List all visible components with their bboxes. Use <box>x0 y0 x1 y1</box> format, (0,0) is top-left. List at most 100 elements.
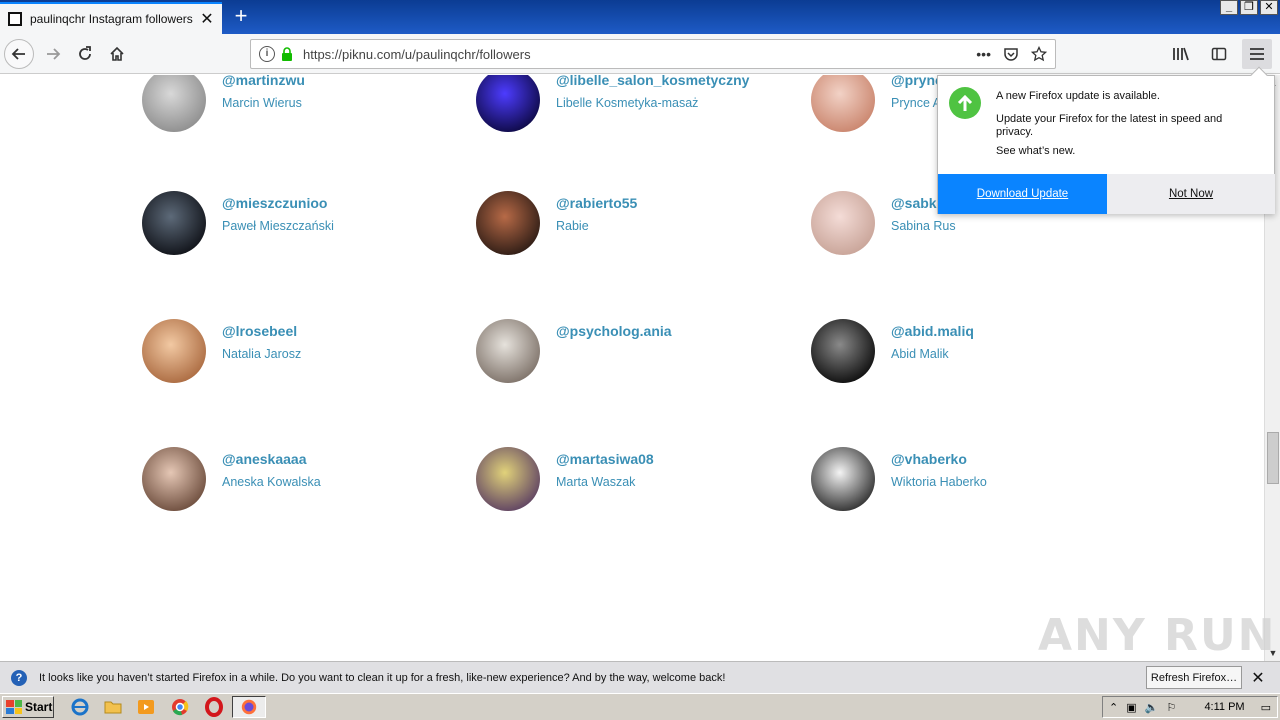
chrome-icon[interactable] <box>170 697 190 717</box>
follower-handle[interactable]: @vhaberko <box>891 451 967 467</box>
follower-handle[interactable]: @martinzwu <box>222 75 305 88</box>
folder-icon[interactable] <box>103 697 123 717</box>
follower-name[interactable]: Natalia Jarosz <box>222 347 301 361</box>
system-tray: ⌃ ▣ 🔈 ⚐ 4:11 PM ▭ <box>1102 696 1278 718</box>
popup-body: Update your Firefox for the latest in sp… <box>996 113 1223 138</box>
follower-handle[interactable]: @mieszczunioo <box>222 195 327 211</box>
tab-followers[interactable]: paulinqchr Instagram followers - Pi ✕ <box>0 2 222 34</box>
windows-logo-icon <box>6 700 22 714</box>
follower-card[interactable]: @psycholog.ania <box>476 319 806 383</box>
minimize-button[interactable]: _ <box>1220 0 1238 15</box>
restore-button[interactable]: ❐ <box>1240 0 1258 15</box>
follower-avatar[interactable] <box>811 75 875 132</box>
reload-button[interactable] <box>70 39 100 69</box>
forward-button[interactable] <box>38 39 68 69</box>
show-desktop-icon[interactable]: ▭ <box>1261 701 1271 714</box>
follower-handle[interactable]: @psycholog.ania <box>556 323 672 339</box>
firefox-task-button[interactable] <box>232 696 266 718</box>
follower-card[interactable]: @martasiwa08 Marta Waszak <box>476 447 806 511</box>
follower-handle[interactable]: @abid.maliq <box>891 323 974 339</box>
follower-avatar[interactable] <box>142 191 206 255</box>
media-player-icon[interactable] <box>136 697 156 717</box>
library-button[interactable] <box>1166 39 1196 69</box>
url-text[interactable]: https://piknu.com/u/paulinqchr/followers <box>303 47 976 62</box>
internet-explorer-icon[interactable] <box>70 697 90 717</box>
follower-name[interactable]: Aneska Kowalska <box>222 475 321 489</box>
refresh-notification-bar: ? It looks like you haven’t started Fire… <box>0 661 1280 693</box>
follower-avatar[interactable] <box>142 447 206 511</box>
follower-name[interactable]: Sabina Rus <box>891 219 956 233</box>
follower-avatar[interactable] <box>476 75 540 132</box>
reload-icon <box>79 46 91 60</box>
download-update-button[interactable]: Download Update <box>938 174 1107 214</box>
start-label: Start <box>25 700 53 714</box>
update-popup: A new Firefox update is available. Updat… <box>937 66 1275 214</box>
follower-avatar[interactable] <box>811 319 875 383</box>
follower-handle[interactable]: @martasiwa08 <box>556 451 654 467</box>
taskbar: Start ⌃ ▣ 🔈 ⚐ 4:11 PM ▭ <box>0 693 1280 720</box>
network-icon[interactable]: ▣ <box>1126 701 1136 714</box>
follower-card[interactable]: @libelle_salon_kosmetyczny Libelle Kosmet… <box>476 75 806 132</box>
refresh-firefox-button[interactable]: Refresh Firefox… <box>1146 666 1242 689</box>
action-center-flag-icon[interactable]: ⚐ <box>1166 701 1176 714</box>
anyrun-watermark: ANY RUN <box>1038 610 1277 661</box>
follower-card[interactable]: @aneskaaaa Aneska Kowalska <box>142 447 472 511</box>
bookmark-star-icon[interactable] <box>1031 46 1047 62</box>
follower-avatar[interactable] <box>476 447 540 511</box>
not-now-button[interactable]: Not Now <box>1107 174 1275 214</box>
start-button[interactable]: Start <box>2 696 54 718</box>
follower-avatar[interactable] <box>811 447 875 511</box>
follower-name[interactable]: Rabie <box>556 219 589 233</box>
follower-card[interactable]: @rabierto55 Rabie <box>476 191 806 255</box>
follower-name[interactable]: Marta Waszak <box>556 475 635 489</box>
pocket-icon[interactable] <box>1003 46 1019 62</box>
follower-card[interactable]: @lrosebeel Natalia Jarosz <box>142 319 472 383</box>
follower-avatar[interactable] <box>142 75 206 132</box>
whats-new-link[interactable]: See what’s new. <box>996 145 1075 157</box>
follower-handle[interactable]: @lrosebeel <box>222 323 297 339</box>
url-bar[interactable]: i https://piknu.com/u/paulinqchr/followe… <box>250 39 1056 69</box>
follower-card[interactable]: @martinzwu Marcin Wierus <box>142 75 472 132</box>
new-tab-button[interactable]: + <box>228 4 254 30</box>
scroll-thumb[interactable] <box>1267 432 1279 484</box>
follower-avatar[interactable] <box>811 191 875 255</box>
window-controls: _ ❐ ✕ <box>1220 0 1278 15</box>
nav-bar: i https://piknu.com/u/paulinqchr/followe… <box>0 34 1280 74</box>
sidebar-button[interactable] <box>1204 39 1234 69</box>
follower-card[interactable]: @abid.maliq Abid Malik <box>811 319 1141 383</box>
follower-name[interactable]: Paweł Mieszczański <box>222 219 334 233</box>
follower-name[interactable]: Prynce A <box>891 96 941 110</box>
sidebar-icon <box>1211 47 1227 61</box>
tray-expand-icon[interactable]: ⌃ <box>1109 701 1118 714</box>
volume-icon[interactable]: 🔈 <box>1145 701 1159 714</box>
follower-avatar[interactable] <box>142 319 206 383</box>
back-button[interactable] <box>4 39 34 69</box>
arrow-right-icon <box>47 48 61 60</box>
close-window-button[interactable]: ✕ <box>1260 0 1278 15</box>
opera-icon[interactable] <box>204 697 224 717</box>
follower-name[interactable]: Abid Malik <box>891 347 949 361</box>
update-arrow-icon <box>949 87 981 119</box>
menu-button[interactable] <box>1242 39 1272 69</box>
page-actions-icon[interactable]: ••• <box>976 46 991 62</box>
follower-name[interactable]: Libelle Kosmetyka-masaż <box>556 96 698 110</box>
tab-title: paulinqchr Instagram followers - Pi <box>30 12 194 26</box>
follower-card[interactable]: @vhaberko Wiktoria Haberko <box>811 447 1141 511</box>
follower-avatar[interactable] <box>476 191 540 255</box>
firefox-icon <box>241 699 257 715</box>
follower-name[interactable]: Wiktoria Haberko <box>891 475 987 489</box>
follower-card[interactable]: @mieszczunioo Paweł Mieszczański <box>142 191 472 255</box>
follower-handle[interactable]: @libelle_salon_kosmetyczny <box>556 75 749 88</box>
notification-close-icon[interactable]: ✕ <box>1250 668 1266 687</box>
library-icon <box>1173 47 1189 61</box>
site-info-icon[interactable]: i <box>259 46 275 62</box>
follower-handle[interactable]: @aneskaaaa <box>222 451 307 467</box>
page-favicon-icon <box>8 12 22 26</box>
tab-close-icon[interactable]: ✕ <box>200 9 214 29</box>
arrow-left-icon <box>11 48 25 60</box>
popup-title: A new Firefox update is available. <box>996 90 1160 102</box>
home-button[interactable] <box>102 39 132 69</box>
follower-name[interactable]: Marcin Wierus <box>222 96 302 110</box>
follower-avatar[interactable] <box>476 319 540 383</box>
follower-handle[interactable]: @rabierto55 <box>556 195 637 211</box>
